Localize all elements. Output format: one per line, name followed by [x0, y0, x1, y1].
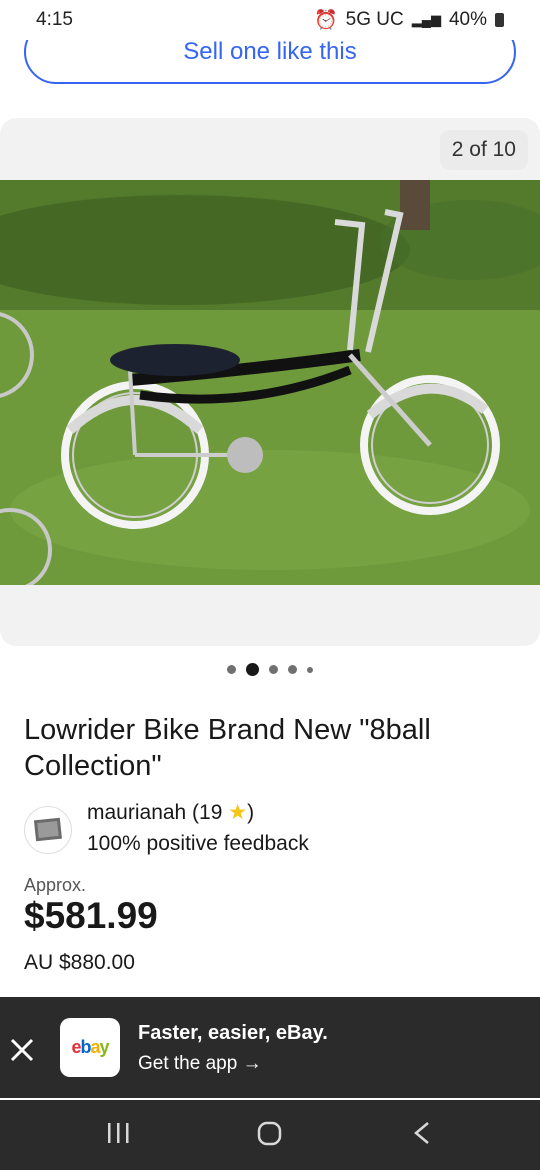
alarm-icon: ⏰ [314, 10, 338, 31]
gallery-dot[interactable] [227, 665, 236, 674]
ebay-logo-b: b [80, 1037, 91, 1057]
recent-apps-icon[interactable] [108, 1123, 129, 1143]
seller-name-close: ) [247, 801, 255, 824]
gallery-dot[interactable] [307, 666, 313, 673]
status-time: 4:15 [36, 9, 73, 30]
network-label: 5G UC [345, 9, 404, 30]
approx-label: Approx. [24, 875, 87, 895]
listing-title: Lowrider Bike Brand New "8ball Collectio… [24, 714, 431, 782]
star-icon: ★ [228, 801, 248, 824]
price-local-currency: AU $880.00 [24, 951, 135, 974]
seller-name[interactable]: maurianah (19 [87, 801, 222, 824]
seller-avatar[interactable] [24, 806, 72, 854]
signal-icon: ▂▄▆ [411, 12, 441, 27]
home-icon[interactable] [257, 1121, 282, 1146]
gallery-dot-active[interactable] [246, 663, 259, 676]
battery-label: 40% [448, 9, 487, 30]
gallery-pagination [0, 663, 540, 676]
back-icon[interactable] [414, 1122, 429, 1144]
price: $581.99 [24, 895, 158, 936]
ebay-logo-e: e [71, 1037, 81, 1057]
sell-button-label: Sell one like this [183, 38, 357, 65]
seller-feedback: 100% positive feedback [87, 832, 309, 855]
gallery-dot[interactable] [288, 665, 297, 674]
image-counter: 2 of 10 [439, 130, 528, 170]
seller-name-line[interactable]: maurianah (19 ★) [87, 800, 254, 825]
ebay-logo-a: a [90, 1037, 100, 1057]
banner-title: Faster, easier, eBay. [138, 1022, 328, 1044]
status-bar: 4:15 ⏰ 5G UC ▂▄▆ 40% [0, 0, 540, 40]
get-the-app-link[interactable]: Get the app → [138, 1053, 262, 1075]
close-icon[interactable] [8, 1036, 36, 1064]
gallery-dot[interactable] [269, 665, 278, 674]
system-nav-bar [0, 1100, 540, 1170]
avatar-placeholder-icon [33, 817, 62, 842]
listing-photo[interactable] [0, 180, 540, 585]
battery-icon [495, 13, 504, 27]
ebay-logo-y: y [99, 1037, 110, 1057]
ebay-logo[interactable]: ebay [60, 1018, 120, 1077]
